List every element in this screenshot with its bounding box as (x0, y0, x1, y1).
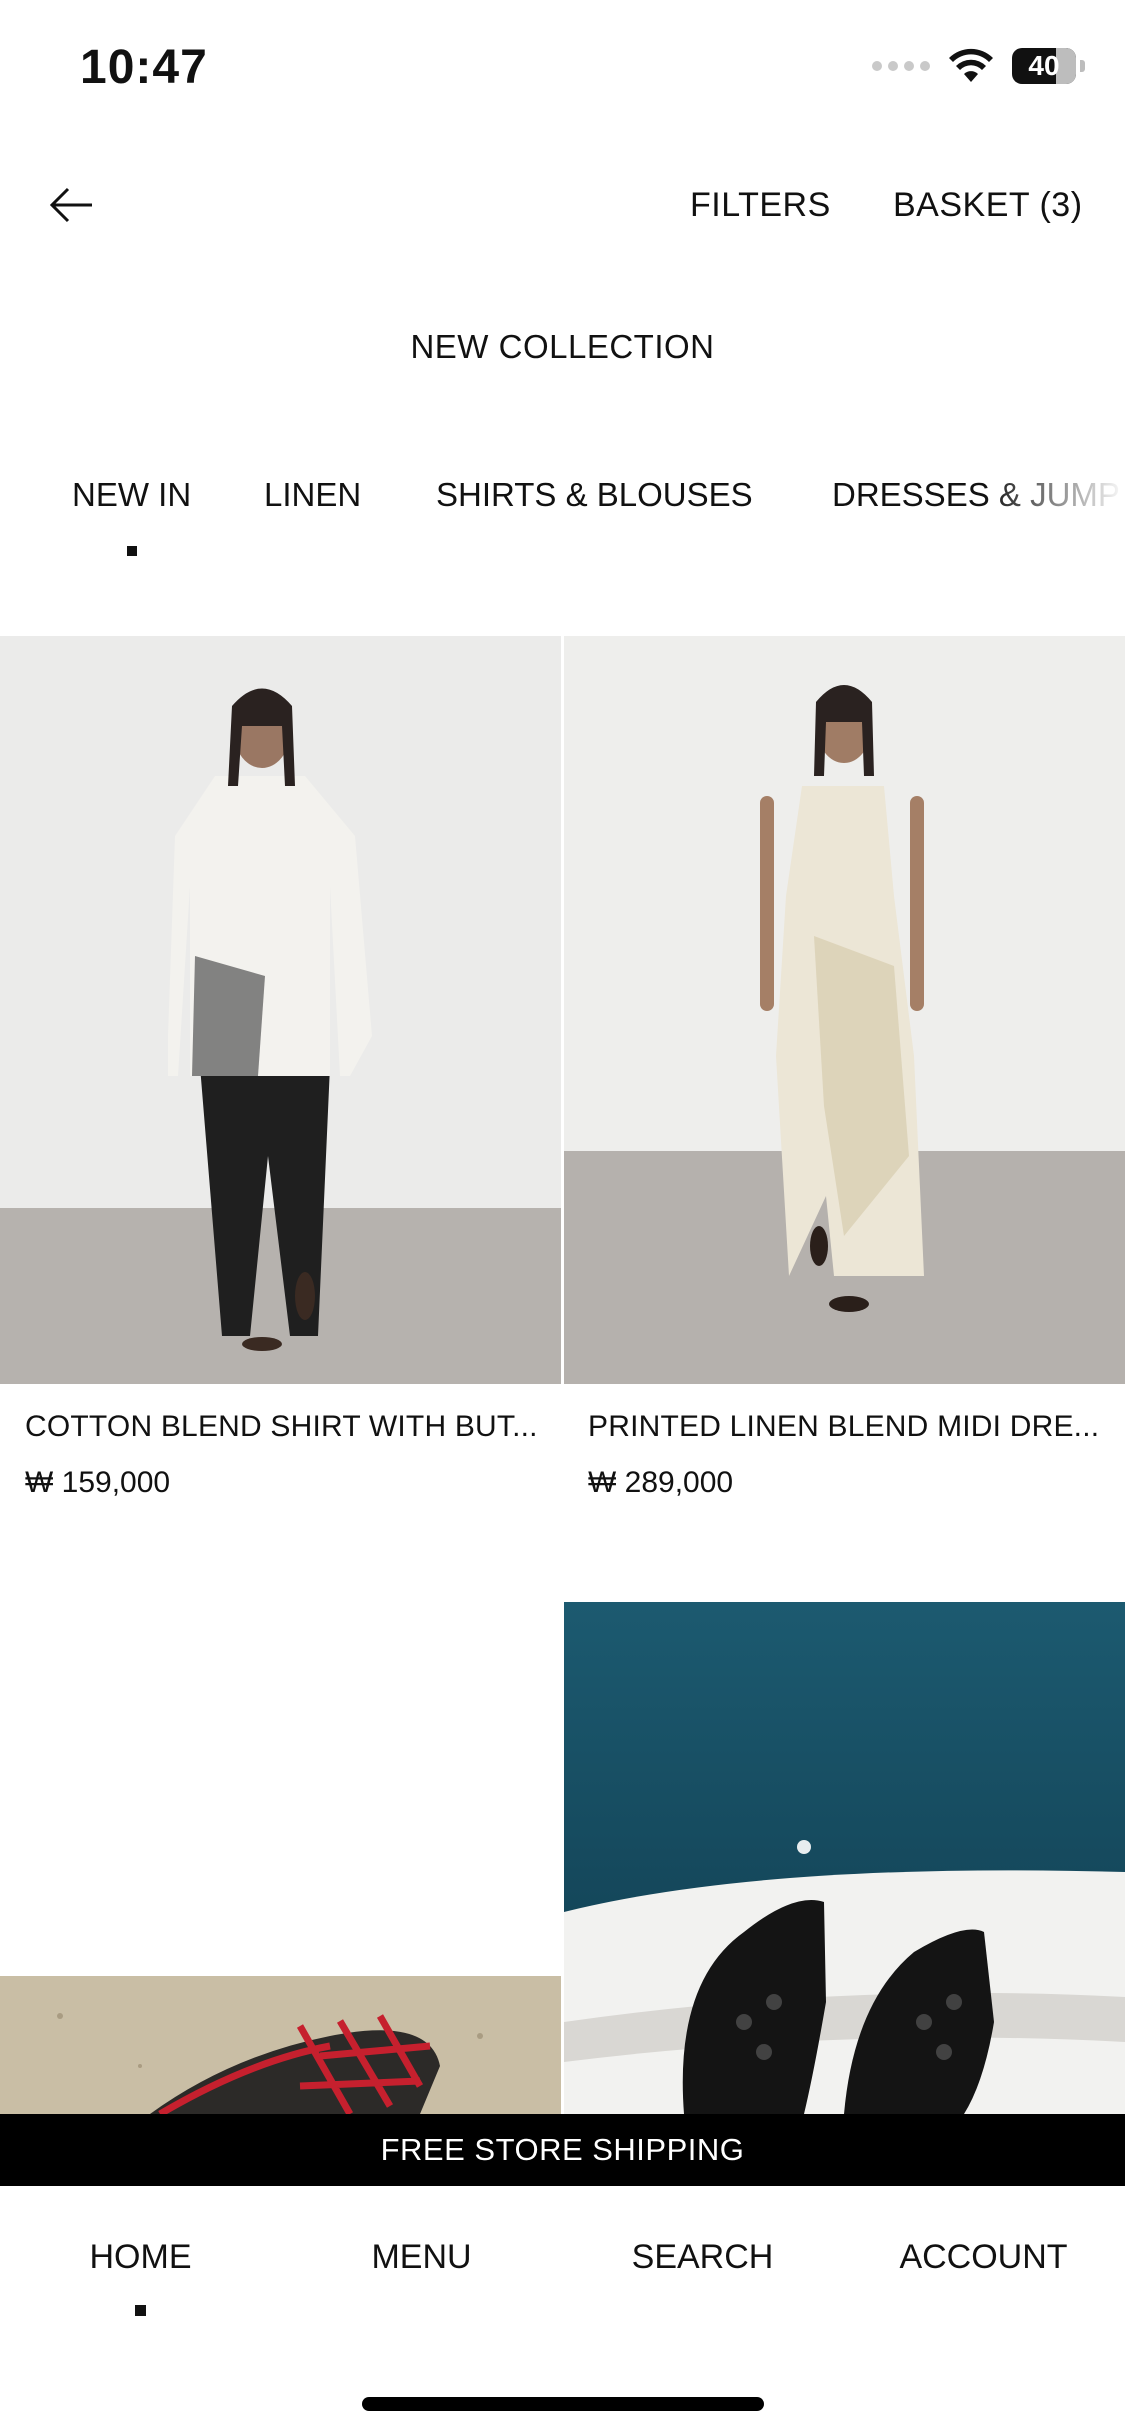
battery-level: 40 (1028, 50, 1060, 81)
wifi-icon (949, 48, 993, 82)
tab-linen[interactable]: LINEN (264, 476, 361, 514)
tab-selected-indicator (127, 546, 137, 556)
product-title-dress[interactable]: PRINTED LINEN BLEND MIDI DRE... (588, 1410, 1099, 1444)
product-image-black-shoes[interactable] (564, 1602, 1125, 2114)
product-price-dress: ₩ 289,000 (588, 1466, 734, 1499)
tab-shirts-blouses[interactable]: SHIRTS & BLOUSES (436, 476, 753, 514)
category-tabs: NEW IN LINEN SHIRTS & BLOUSES DRESSES & … (0, 476, 1125, 556)
nav-account[interactable]: ACCOUNT (843, 2238, 1124, 2277)
nav-search[interactable]: SEARCH (562, 2238, 843, 2277)
tab-new-in[interactable]: NEW IN (72, 476, 191, 514)
basket-button[interactable]: BASKET (3) (893, 186, 1083, 225)
nav-menu[interactable]: MENU (281, 2238, 562, 2277)
product-title-shirt[interactable]: COTTON BLEND SHIRT WITH BUT... (25, 1410, 538, 1444)
status-time: 10:47 (80, 41, 208, 94)
status-indicators: 40 (872, 48, 1085, 84)
tabs-fade (985, 476, 1125, 536)
product-image-red-sandals[interactable] (0, 1976, 561, 2114)
product-photo-shirt (0, 636, 561, 1384)
page-title: NEW COLLECTION (410, 328, 715, 365)
product-image-dress[interactable] (564, 636, 1125, 1384)
filters-button[interactable]: FILTERS (690, 186, 831, 225)
product-price-shirt: ₩ 159,000 (25, 1466, 171, 1499)
battery-icon: 40 (1012, 48, 1076, 84)
battery-tip (1080, 60, 1085, 72)
cellular-signal-icon (872, 61, 930, 71)
product-image-shirt[interactable] (0, 636, 561, 1384)
product-photo-dress (564, 636, 1125, 1384)
free-shipping-banner[interactable]: FREE STORE SHIPPING (0, 2114, 1125, 2186)
nav-selected-indicator (135, 2305, 146, 2316)
product-photo-black-shoes (564, 1602, 1125, 2114)
product-photo-red-sandals (0, 1976, 561, 2114)
nav-home[interactable]: HOME (0, 2238, 281, 2277)
home-indicator[interactable] (362, 2397, 764, 2411)
back-arrow-icon[interactable] (48, 180, 98, 230)
